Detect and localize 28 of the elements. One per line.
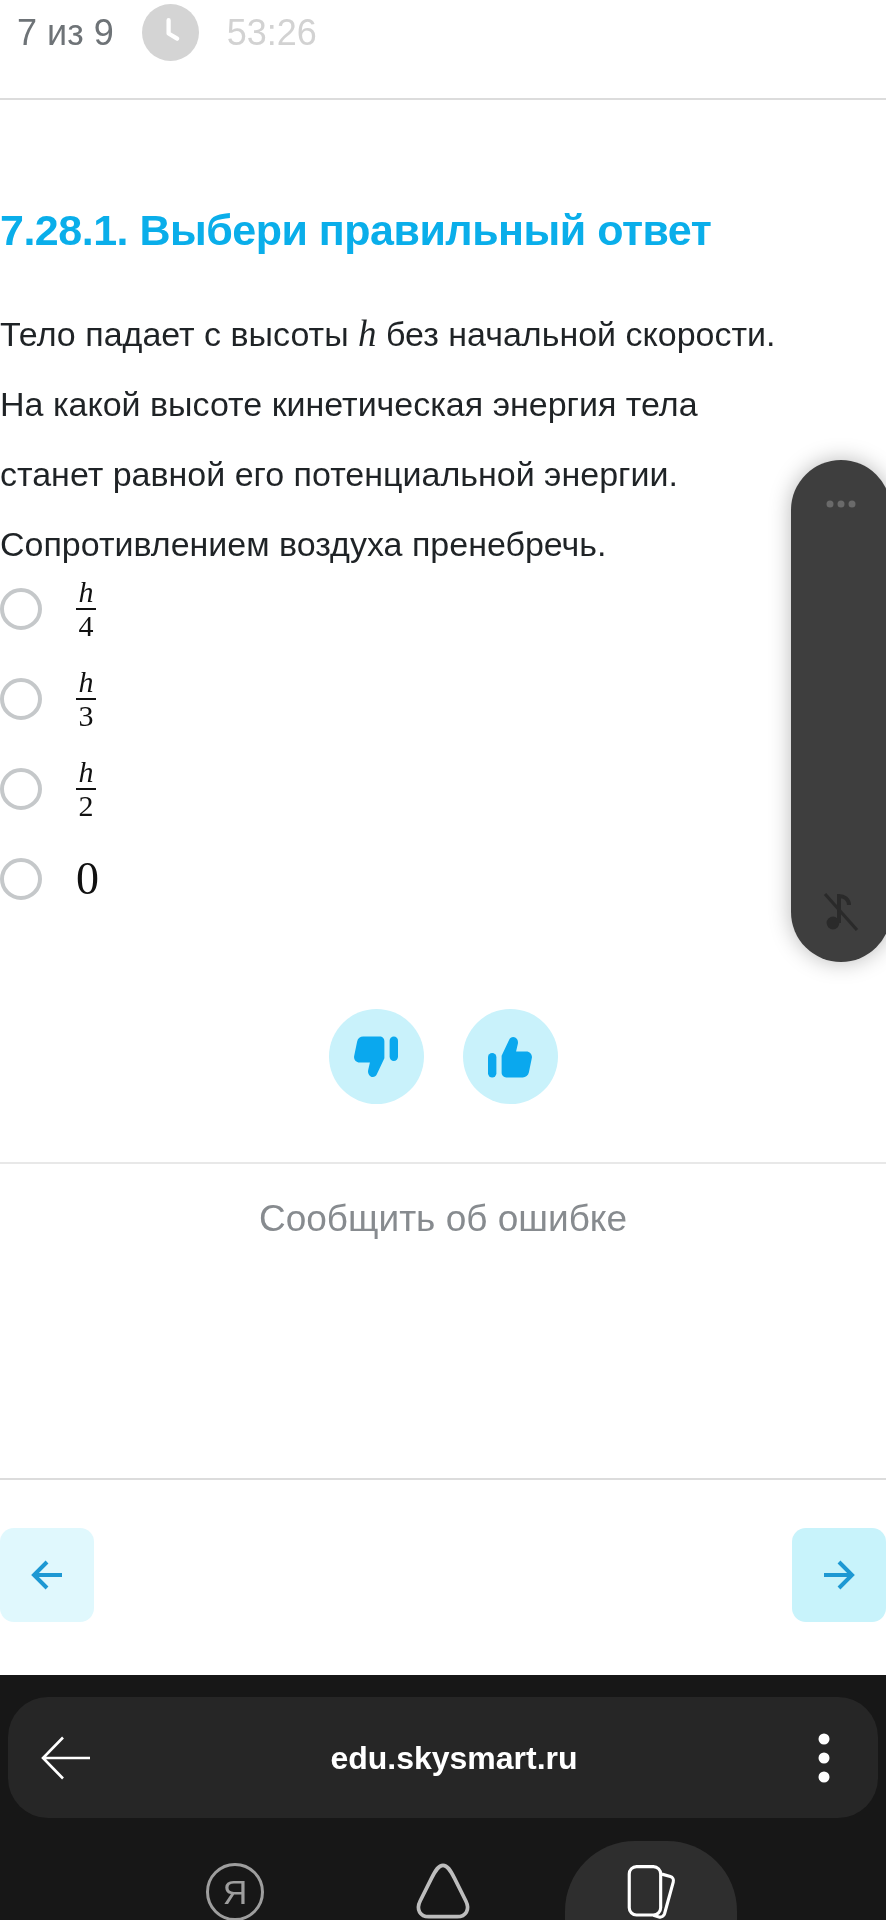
address-bar[interactable]: edu.skysmart.ru	[8, 1697, 878, 1818]
clock-icon	[141, 4, 199, 61]
more-icon[interactable]	[818, 1732, 830, 1783]
answer-text: 0	[76, 854, 99, 904]
arrow-left-icon	[31, 1559, 63, 1591]
radio-button[interactable]	[0, 768, 42, 810]
radio-button[interactable]	[0, 678, 42, 720]
fraction-numerator: h	[78, 668, 94, 696]
logo-button[interactable]: Я	[149, 1841, 321, 1920]
thumbs-down-icon	[354, 1034, 398, 1079]
arrow-left-icon[interactable]	[40, 1735, 90, 1780]
next-button[interactable]	[792, 1528, 886, 1622]
rounded-triangle-icon	[414, 1863, 472, 1919]
task-title: 7.28.1. Выбери правильный ответ	[0, 206, 712, 254]
url-text[interactable]: edu.skysmart.ru	[330, 1737, 578, 1778]
thumbs-up-icon	[488, 1034, 532, 1079]
fraction-denominator: 3	[78, 702, 94, 730]
fraction-numerator: h	[78, 578, 94, 606]
radio-button[interactable]	[0, 858, 42, 900]
question-counter: 7 из 9	[17, 12, 114, 53]
floating-panel[interactable]	[791, 460, 886, 962]
fraction-numerator: h	[78, 758, 94, 786]
radio-button[interactable]	[0, 588, 42, 630]
arrow-right-icon	[823, 1559, 855, 1591]
previous-button[interactable]	[0, 1528, 94, 1622]
fraction-denominator: 2	[78, 792, 94, 820]
question-text: Тело падает с высоты h без начальной скорости. На какой высоте кинетическая энергия тела станет равной его потенциальной энергии. Сопротивлением воздуха пренебречь.	[0, 312, 777, 565]
fraction-denominator: 4	[78, 612, 94, 640]
